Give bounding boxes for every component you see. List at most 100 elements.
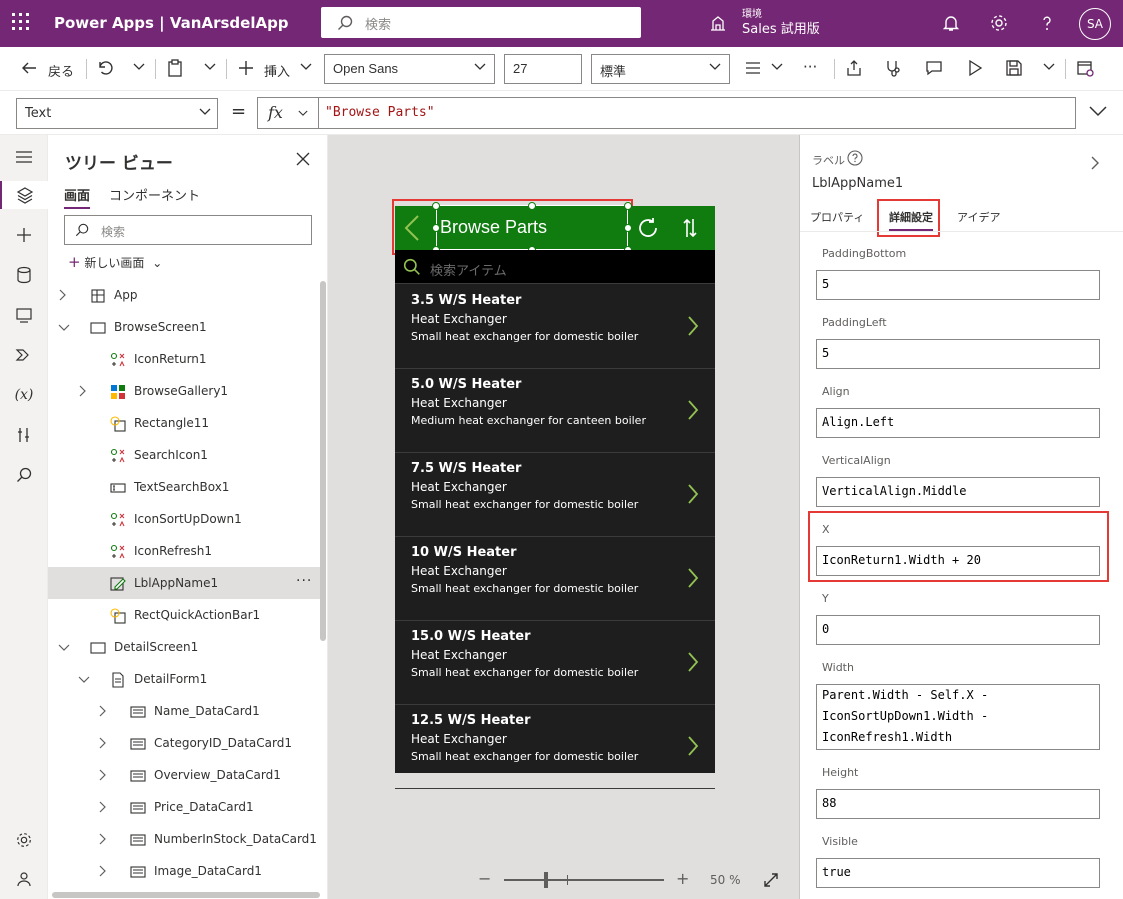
insert-button[interactable]: 挿入	[264, 61, 290, 80]
chevron-right-icon[interactable]	[687, 651, 699, 673]
plus-icon[interactable]	[237, 59, 255, 77]
gear-icon[interactable]	[989, 13, 1009, 33]
chevron-right-icon[interactable]	[98, 833, 106, 848]
tree-item[interactable]: Name_DataCard1	[48, 695, 320, 727]
tree-item[interactable]: Rectangle11	[48, 407, 320, 439]
font-size-input[interactable]: 27	[504, 54, 582, 84]
resize-handle[interactable]	[624, 202, 632, 210]
tree-item[interactable]: Overview_DataCard1	[48, 759, 320, 791]
chevron-left-icon[interactable]	[403, 214, 421, 242]
tab-components[interactable]: コンポーネント	[109, 185, 200, 204]
gallery-item[interactable]: 10 W/S Heater Heat Exchanger Small heat ex…	[395, 537, 715, 621]
zoom-in-button[interactable]: +	[676, 869, 689, 888]
expand-formula-chevron-icon[interactable]	[1088, 105, 1108, 117]
resize-handle[interactable]	[624, 224, 632, 232]
help-circle-icon[interactable]	[847, 150, 863, 166]
power-automate-icon[interactable]	[12, 343, 36, 367]
save-chevron-icon[interactable]	[1043, 63, 1055, 71]
property-value-input[interactable]: Parent.Width - Self.X - IconSortUpDown1.…	[816, 684, 1100, 750]
tree-item[interactable]: LblAppName1 ···	[48, 567, 320, 599]
media-icon[interactable]	[12, 303, 36, 327]
settings-gear-icon[interactable]	[12, 828, 36, 852]
chevron-right-icon[interactable]	[687, 399, 699, 421]
tree-item[interactable]: NumberInStock_DataCard1	[48, 823, 320, 855]
tree-item[interactable]: RectQuickActionBar1	[48, 599, 320, 631]
play-icon[interactable]	[966, 59, 984, 77]
tree-item[interactable]: CategoryID_DataCard1	[48, 727, 320, 759]
chevron-right-icon[interactable]	[78, 385, 86, 400]
chevron-right-icon[interactable]	[98, 705, 106, 720]
zoom-out-button[interactable]: −	[478, 869, 491, 888]
chevron-right-icon[interactable]	[687, 483, 699, 505]
tree-item[interactable]: App	[48, 279, 320, 311]
align-chevron-icon[interactable]	[771, 63, 783, 71]
more-commands-button[interactable]: ···	[803, 58, 817, 76]
property-value-input[interactable]: 0	[816, 615, 1100, 645]
zoom-slider[interactable]	[504, 879, 664, 881]
tree-item[interactable]: BrowseScreen1	[48, 311, 320, 343]
property-value-input[interactable]: 5	[816, 339, 1100, 369]
tab-screens[interactable]: 画面	[64, 185, 91, 209]
control-name[interactable]: LblAppName1	[812, 176, 903, 191]
tree-item[interactable]: IconSortUpDown1	[48, 503, 320, 535]
paste-dropdown-chevron-icon[interactable]	[204, 63, 216, 71]
search-icon[interactable]	[12, 463, 36, 487]
tree-item[interactable]: TextSearchBox1	[48, 471, 320, 503]
tree-view-icon[interactable]	[0, 181, 48, 209]
font-family-select[interactable]: Open Sans	[324, 54, 495, 84]
more-options-button[interactable]: ···	[296, 573, 312, 589]
undo-icon[interactable]	[95, 59, 113, 77]
chevron-right-icon[interactable]	[1090, 155, 1100, 171]
tree-item[interactable]: BrowseGallery1	[48, 375, 320, 407]
property-value-input[interactable]: Align.Left	[816, 408, 1100, 438]
chevron-right-icon[interactable]	[98, 769, 106, 784]
environment-name[interactable]: Sales 試用版	[742, 18, 820, 37]
chevron-down-icon[interactable]	[58, 321, 70, 335]
back-button[interactable]: 戻る	[48, 61, 74, 80]
gallery-item[interactable]: 3.5 W/S Heater Heat Exchanger Small heat e…	[395, 285, 715, 369]
tree-item[interactable]: SearchIcon1	[48, 439, 320, 471]
global-search-input[interactable]: 検索	[321, 7, 641, 38]
tree-item[interactable]: IconReturn1	[48, 343, 320, 375]
property-value-input[interactable]: 88	[816, 789, 1100, 819]
property-value-input[interactable]: true	[816, 858, 1100, 888]
gallery-item[interactable]: 7.5 W/S Heater Heat Exchanger Small heat e…	[395, 453, 715, 537]
advanced-tools-icon[interactable]	[12, 423, 36, 447]
formula-input[interactable]: "Browse Parts"	[318, 97, 1076, 129]
back-arrow-icon[interactable]	[20, 59, 38, 77]
help-icon[interactable]	[1037, 13, 1057, 33]
refresh-icon[interactable]	[636, 216, 660, 240]
sort-up-down-icon[interactable]	[683, 217, 697, 239]
chevron-right-icon[interactable]	[58, 289, 66, 304]
property-select[interactable]: Text	[16, 98, 218, 129]
app-search-bar[interactable]: 検索アイテム	[395, 250, 715, 284]
tree-item[interactable]: Image_DataCard1	[48, 855, 320, 887]
close-icon[interactable]	[296, 152, 310, 166]
chevron-down-icon[interactable]	[78, 673, 90, 687]
chevron-right-icon[interactable]	[98, 801, 106, 816]
paste-icon[interactable]	[166, 59, 184, 77]
chevron-right-icon[interactable]	[98, 865, 106, 880]
variables-icon[interactable]: (x)	[12, 383, 36, 407]
tab-properties[interactable]: プロパティ	[810, 209, 864, 225]
undo-dropdown-chevron-icon[interactable]	[133, 63, 145, 71]
user-avatar[interactable]: SA	[1079, 8, 1111, 40]
font-weight-select[interactable]: 標準	[591, 54, 730, 84]
resize-handle[interactable]	[432, 224, 440, 232]
resize-handle[interactable]	[432, 202, 440, 210]
property-value-input[interactable]: VerticalAlign.Middle	[816, 477, 1100, 507]
bell-icon[interactable]	[941, 13, 961, 33]
chevron-right-icon[interactable]	[687, 567, 699, 589]
insert-chevron-icon[interactable]	[300, 63, 312, 71]
tree-item[interactable]: Price_DataCard1	[48, 791, 320, 823]
insert-plus-icon[interactable]	[12, 223, 36, 247]
waffle-menu-icon[interactable]	[12, 13, 32, 33]
fit-to-window-icon[interactable]	[762, 871, 780, 889]
share-icon[interactable]	[845, 59, 863, 77]
gallery-item[interactable]: 15.0 W/S Heater Heat Exchanger Small heat …	[395, 621, 715, 705]
chevron-right-icon[interactable]	[687, 735, 699, 757]
function-picker[interactable]: fx	[257, 97, 319, 129]
align-text-icon[interactable]	[744, 59, 762, 77]
virtual-agent-icon[interactable]	[12, 867, 36, 891]
data-icon[interactable]	[12, 263, 36, 287]
